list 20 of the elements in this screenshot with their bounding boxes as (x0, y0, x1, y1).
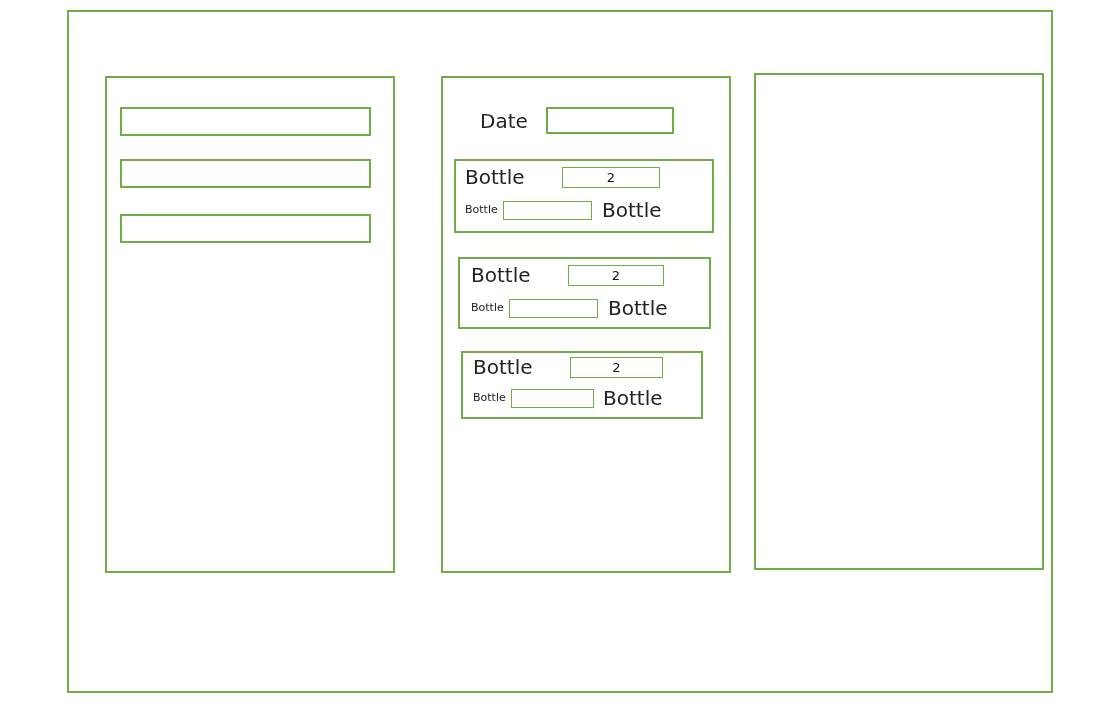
input-field[interactable] (120, 159, 371, 188)
input-field[interactable] (120, 214, 371, 243)
unit-label: Bottle (603, 386, 663, 410)
quantity-field[interactable]: 2 (562, 166, 660, 188)
unit-label: Bottle (602, 198, 662, 222)
date-label: Date (480, 108, 528, 133)
field-label: Bottle (471, 301, 505, 315)
input-field[interactable] (511, 388, 594, 408)
input-field[interactable] (509, 298, 598, 318)
bottle-title: Bottle (465, 165, 526, 189)
field-label: Bottle (473, 391, 507, 405)
date-field[interactable] (545, 107, 674, 134)
unit-label: Bottle (608, 296, 668, 320)
bottle-title: Bottle (471, 263, 532, 287)
bottle-title: Bottle (473, 355, 534, 379)
field-label: Bottle (465, 203, 499, 217)
quantity-field[interactable]: 2 (570, 356, 663, 378)
input-field[interactable] (503, 200, 592, 220)
quantity-field[interactable]: 2 (568, 264, 664, 286)
input-field[interactable] (120, 107, 371, 136)
